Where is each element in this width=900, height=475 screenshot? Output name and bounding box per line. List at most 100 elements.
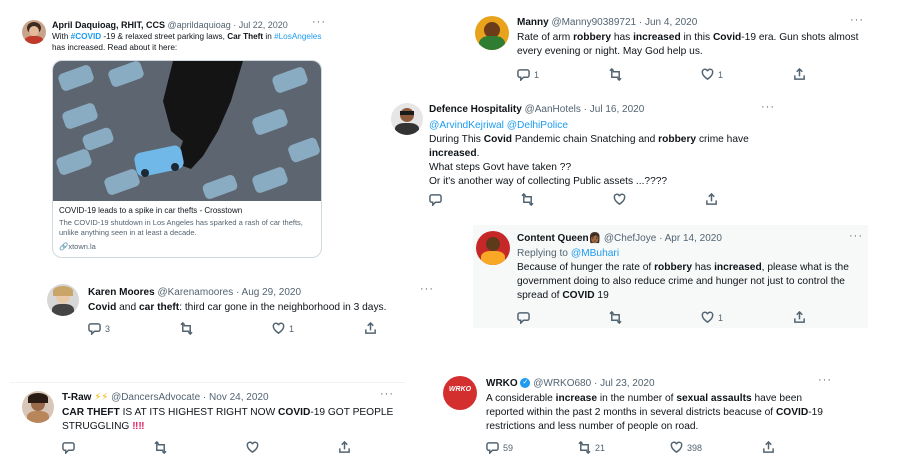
- heart-icon: [246, 441, 259, 454]
- reply-icon: [517, 312, 530, 324]
- reply-button[interactable]: [429, 193, 442, 206]
- like-button[interactable]: 398: [670, 441, 702, 454]
- tweet-text: @ArvindKejriwal @DelhiPolice During This…: [429, 120, 749, 187]
- retweet-button[interactable]: 21: [578, 441, 605, 454]
- tweet-header: Karen Moores @Karenamoores · Aug 29, 202…: [88, 287, 301, 298]
- heart-icon: [701, 68, 714, 81]
- handle-date: @aprildaquioag · Jul 22, 2020: [167, 20, 288, 30]
- more-icon[interactable]: ···: [850, 14, 864, 26]
- reply-button[interactable]: 1: [517, 68, 539, 81]
- reply-button[interactable]: 59: [486, 441, 513, 454]
- action-bar: [429, 193, 729, 209]
- action-bar: 3 1: [88, 322, 388, 338]
- display-name[interactable]: April Daquioag, RHIT, CCS: [52, 20, 165, 30]
- share-icon: [763, 441, 774, 453]
- share-icon: [794, 68, 805, 80]
- like-button[interactable]: 1: [701, 311, 723, 324]
- share-button[interactable]: [705, 193, 718, 206]
- retweet-button[interactable]: [521, 193, 534, 206]
- mention-link[interactable]: @MBuhari: [571, 248, 619, 259]
- reply-button[interactable]: [62, 441, 75, 454]
- share-icon: [365, 322, 376, 334]
- mention-links[interactable]: @ArvindKejriwal @DelhiPolice: [429, 120, 568, 131]
- tweet-text: Covid and car theft: third car gone in t…: [88, 302, 387, 313]
- tweet-wrko[interactable]: WRKO WRKO ✓ @WRKO680 · Jul 23, 2020 ··· …: [438, 368, 838, 468]
- display-name[interactable]: Karen Moores: [88, 287, 155, 298]
- display-name[interactable]: Defence Hospitality: [429, 104, 522, 115]
- reply-icon: [429, 194, 442, 206]
- retweet-icon: [180, 322, 193, 335]
- tweet-manny[interactable]: Manny @Manny90389721 · Jun 4, 2020 ··· R…: [472, 8, 867, 93]
- like-button[interactable]: [613, 193, 626, 206]
- retweet-button[interactable]: [609, 311, 622, 324]
- card-description: The COVID-19 shutdown in Los Angeles has…: [59, 218, 303, 237]
- share-button[interactable]: [338, 441, 351, 454]
- more-icon[interactable]: ···: [818, 374, 832, 386]
- reply-count: 59: [503, 442, 514, 453]
- share-button[interactable]: [793, 311, 806, 324]
- share-icon: [706, 193, 717, 205]
- avatar[interactable]: [475, 16, 509, 50]
- share-icon: [794, 311, 805, 323]
- display-name[interactable]: WRKO: [486, 378, 518, 389]
- hashtag-link[interactable]: #LosAngeles: [274, 32, 321, 41]
- retweet-button[interactable]: [154, 441, 167, 454]
- retweet-button[interactable]: [609, 68, 622, 81]
- tweet-header: Manny @Manny90389721 · Jun 4, 2020: [517, 17, 697, 28]
- like-button[interactable]: 1: [272, 322, 294, 335]
- avatar[interactable]: [47, 284, 79, 316]
- tweet-header: Content Queen👩🏾 @ChefJoye · Apr 14, 2020: [517, 233, 722, 244]
- retweet-icon: [609, 68, 622, 81]
- reply-button[interactable]: 3: [88, 322, 110, 335]
- reply-button[interactable]: [517, 311, 530, 324]
- display-name[interactable]: T-Raw: [62, 392, 91, 403]
- chef-emoji-icon: 👩🏾: [588, 233, 602, 244]
- tweet-content-queen[interactable]: Content Queen👩🏾 @ChefJoye · Apr 14, 2020…: [473, 225, 868, 328]
- tweet-text: Replying to @MBuhari Because of hunger t…: [517, 248, 849, 301]
- link-icon: 🔗: [59, 242, 69, 251]
- card-domain: 🔗xtown.la: [59, 242, 96, 251]
- handle-date: @Karenamoores · Aug 29, 2020: [157, 287, 302, 298]
- display-name[interactable]: Content Queen: [517, 233, 589, 244]
- more-icon[interactable]: ···: [420, 283, 434, 295]
- heart-icon: [613, 193, 626, 206]
- tweet-defence[interactable]: Defence Hospitality @AanHotels · Jul 16,…: [385, 95, 780, 215]
- reply-icon: [62, 442, 75, 454]
- heart-icon: [701, 311, 714, 324]
- link-card[interactable]: COVID-19 leads to a spike in car thefts …: [52, 60, 322, 258]
- avatar[interactable]: [22, 20, 46, 44]
- tweet-text: With #COVID -19 & relaxed street parking…: [52, 32, 322, 52]
- more-icon[interactable]: ···: [849, 230, 863, 242]
- handle-date: @ChefJoye · Apr 14, 2020: [603, 233, 722, 244]
- retweet-button[interactable]: [180, 322, 193, 335]
- retweet-icon: [578, 441, 591, 454]
- tweet-text: Rate of arm robbery has increased in thi…: [517, 32, 859, 57]
- display-name[interactable]: Manny: [517, 17, 549, 28]
- avatar[interactable]: [22, 391, 54, 423]
- tweet-header: T-Raw ⚡⚡ @DancersAdvocate · Nov 24, 2020: [62, 392, 269, 403]
- reply-icon: [486, 442, 499, 454]
- more-icon[interactable]: ···: [380, 388, 394, 400]
- tweet-karen[interactable]: Karen Moores @Karenamoores · Aug 29, 202…: [40, 278, 440, 340]
- more-icon[interactable]: ···: [312, 16, 326, 28]
- avatar[interactable]: [476, 231, 510, 265]
- handle-date: @AanHotels · Jul 16, 2020: [524, 104, 645, 115]
- like-count: 1: [718, 312, 724, 323]
- tweet-traw[interactable]: T-Raw ⚡⚡ @DancersAdvocate · Nov 24, 2020…: [10, 382, 405, 470]
- retweet-icon: [521, 193, 534, 206]
- tweet-april[interactable]: April Daquioag, RHIT, CCS @aprildaquioag…: [10, 10, 330, 260]
- share-button[interactable]: [793, 68, 806, 81]
- tweet-header: WRKO ✓ @WRKO680 · Jul 23, 2020: [486, 378, 655, 389]
- share-button[interactable]: [364, 322, 377, 335]
- share-button[interactable]: [762, 441, 775, 454]
- lightning-icon: ⚡⚡: [94, 392, 109, 403]
- card-title: COVID-19 leads to a spike in car thefts …: [59, 206, 243, 215]
- avatar[interactable]: WRKO: [443, 376, 477, 410]
- action-bar: 59 21 398: [486, 441, 786, 457]
- like-button[interactable]: 1: [701, 68, 723, 81]
- more-icon[interactable]: ···: [761, 101, 775, 113]
- avatar[interactable]: [391, 103, 423, 135]
- hashtag-link[interactable]: #COVID: [71, 32, 101, 41]
- like-button[interactable]: [246, 441, 259, 454]
- tweet-header: April Daquioag, RHIT, CCS @aprildaquioag…: [52, 20, 288, 30]
